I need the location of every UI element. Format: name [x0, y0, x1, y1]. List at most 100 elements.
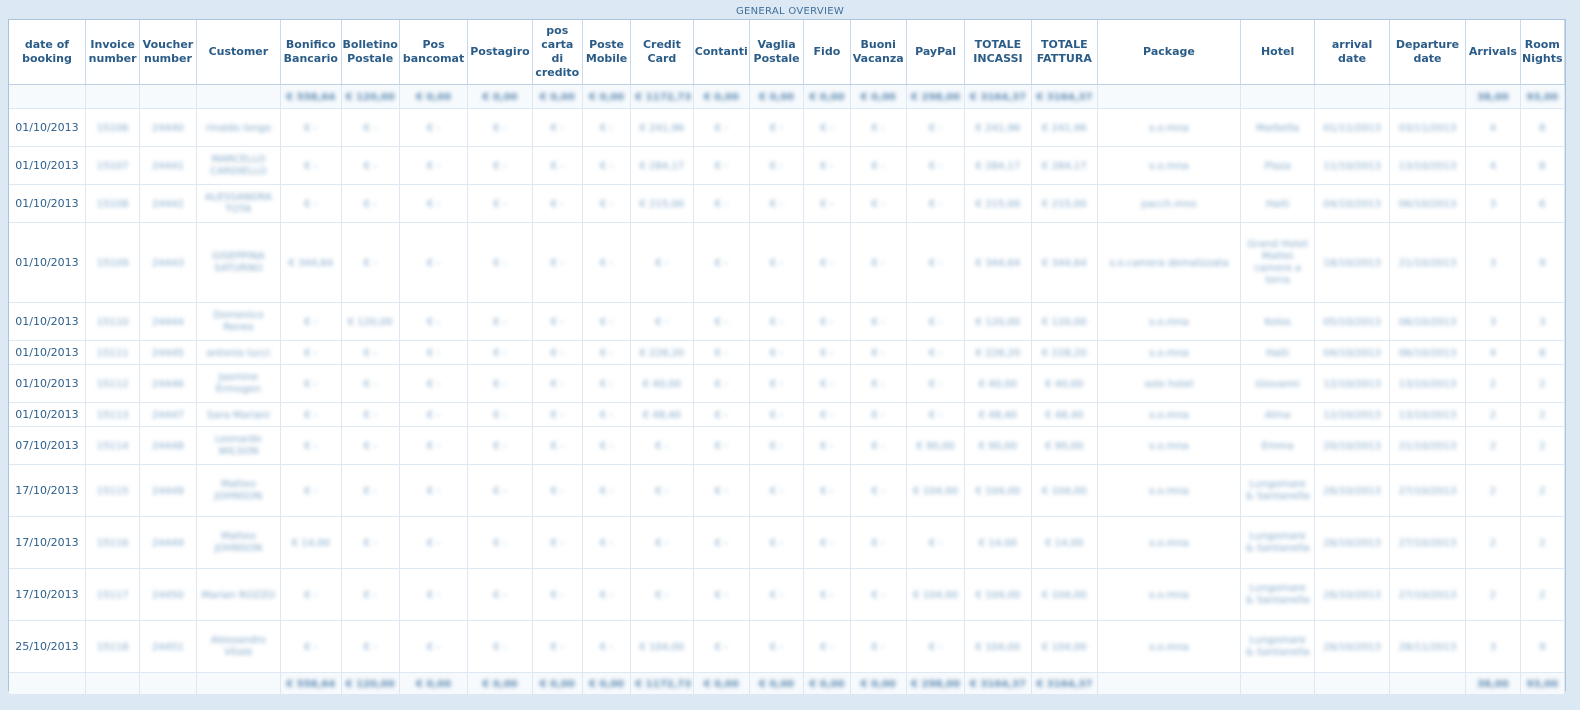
cell-credit: € 241,96	[630, 108, 694, 147]
table-row[interactable]: 01/10/2013 15113 24447 Sara Mariani € - € - € …	[9, 402, 1566, 427]
cell-value: € -	[493, 441, 507, 452]
column-header-departure[interactable]: Departure date	[1389, 20, 1467, 85]
cell-value: € -	[820, 199, 834, 210]
table-row[interactable]: 17/10/2013 15117 24450 Marian ROZZO € - € - € …	[9, 568, 1566, 621]
column-header-arrival[interactable]: arrival date	[1314, 20, 1390, 85]
cell-value: € 120,00	[347, 317, 393, 328]
table-row[interactable]: 01/10/2013 15112 24446 Jasmine Ermogen € - € …	[9, 364, 1566, 403]
cell-poscarta: € 0,00	[532, 84, 583, 109]
column-header-credit[interactable]: Credit Card	[630, 20, 694, 85]
column-header-contanti[interactable]: Contanti	[693, 20, 750, 85]
cell-value: € 558,64	[286, 679, 336, 690]
cell-buoni: € -	[850, 146, 907, 185]
cell-hotel: Plaza	[1240, 146, 1316, 185]
table-row[interactable]: 01/10/2013 15106 24440 rinaldo longo € - € - €…	[9, 108, 1566, 147]
cell-hotel: Haiti	[1240, 340, 1316, 365]
cell-incassi: € 3164,37	[964, 672, 1032, 695]
cell-incassi: € 90,00	[964, 426, 1032, 465]
column-header-package[interactable]: Package	[1097, 20, 1241, 85]
cell-fattura: € 3164,37	[1031, 84, 1099, 109]
cell-voucher: 24446	[139, 364, 197, 403]
column-header-customer[interactable]: Customer	[196, 20, 282, 85]
column-header-fido[interactable]: Fido	[803, 20, 851, 85]
panel-title: GENERAL OVERVIEW	[735, 6, 845, 17]
cell-customer: Alessandro Vitale	[196, 620, 282, 673]
cell-customer: Domenico Renes	[196, 302, 282, 341]
cell-value: € 0,00	[589, 92, 625, 103]
cell-pos: € -	[399, 184, 469, 223]
cell-voucher: 24448	[139, 426, 197, 465]
cell-value: € -	[304, 590, 318, 601]
cell-bonifico: € -	[280, 620, 342, 673]
column-header-buoni[interactable]: Buoni Vacanza	[850, 20, 907, 85]
cell-value: € -	[871, 486, 885, 497]
cell-package: s.o.mna	[1097, 340, 1241, 365]
column-header-incassi[interactable]: TOTALE INCASSI	[964, 20, 1032, 85]
column-header-bonifico[interactable]: Bonifico Bancario	[280, 20, 342, 85]
cell-invoice: 15106	[85, 108, 141, 147]
cell-value: 04/10/2013	[1323, 348, 1381, 359]
column-header-paypal[interactable]: PayPal	[906, 20, 966, 85]
cell-value: € -	[493, 379, 507, 390]
column-header-date[interactable]: date of booking	[9, 20, 86, 85]
cell-value: € 40,00	[1045, 379, 1084, 390]
cell-value: € 0,00	[482, 92, 518, 103]
cell-postagiro: € -	[467, 426, 533, 465]
cell-voucher: 24442	[139, 184, 197, 223]
cell-value: € 104,00	[1042, 642, 1087, 653]
column-header-vaglia[interactable]: Vaglia Postale	[749, 20, 805, 85]
cell-buoni: € -	[850, 184, 907, 223]
cell-value: 21/10/2013	[1398, 441, 1457, 452]
cell-vaglia: € -	[749, 108, 805, 147]
table-row[interactable]: 01/10/2013 15109 24443 GISEPPINA SATURNO € 3…	[9, 222, 1566, 303]
cell-arrival: 26/10/2013	[1314, 568, 1390, 621]
cell-bonifico: € -	[280, 302, 342, 341]
cell-nights: 2	[1520, 464, 1566, 517]
cell-value: € -	[714, 486, 728, 497]
table-row[interactable]: 01/10/2013 15111 24445 antonio lucci € - € - €…	[9, 340, 1566, 365]
cell-value: 15115	[96, 486, 129, 497]
header-row: date of booking Invoice number Voucher num…	[9, 20, 1566, 85]
table-row[interactable]: 17/10/2013 15116 24449 Matteo JOHNSON € 14,0…	[9, 516, 1566, 569]
table-row[interactable]: 17/10/2013 15115 24449 Matteo JOHNSON € - € -…	[9, 464, 1566, 517]
cell-value: 6	[1539, 199, 1546, 210]
column-header-bollettino[interactable]: Bolletino Postale	[341, 20, 400, 85]
cell-value: € -	[714, 538, 728, 549]
cell-arrivals: 2	[1465, 402, 1521, 427]
cell-value: € -	[550, 441, 564, 452]
column-header-postagiro[interactable]: Postagiro	[467, 20, 533, 85]
column-header-nights[interactable]: Room Nights	[1520, 20, 1566, 85]
cell-value: Lungomare & Santanella	[1245, 634, 1310, 658]
cell-invoice: 15116	[85, 516, 141, 569]
column-header-poscarta[interactable]: pos carta di credito	[532, 20, 583, 85]
table-row[interactable]: 25/10/2013 15118 24451 Alessandro Vitale € -…	[9, 620, 1566, 673]
cell-value: 24441	[152, 161, 184, 172]
cell-value: 93,00	[1526, 92, 1559, 103]
cell-voucher: 24445	[139, 340, 197, 365]
table-row[interactable]: 01/10/2013 15107 24441 MARCELLO CARDIELLO € …	[9, 146, 1566, 185]
column-header-voucher[interactable]: Voucher number	[139, 20, 197, 85]
cell-value: 15111	[96, 348, 129, 359]
cell-fido: € -	[803, 464, 851, 517]
cell-value: 3	[1489, 317, 1497, 328]
column-header-pos[interactable]: Pos bancomat	[399, 20, 469, 85]
table-row[interactable]: 01/10/2013 15108 24442 ALESSANDRA TOTA € - € …	[9, 184, 1566, 223]
cell-poscarta: € -	[532, 364, 583, 403]
column-header-postemobile[interactable]: Poste Mobile	[582, 20, 632, 85]
cell-postemobile: € -	[582, 364, 632, 403]
column-header-fattura[interactable]: TOTALE FATTURA	[1031, 20, 1099, 85]
cell-value: € 215,00	[639, 199, 685, 210]
cell-value: € -	[820, 258, 834, 269]
cell-departure	[1389, 84, 1467, 109]
column-header-invoice[interactable]: Invoice number	[85, 20, 141, 85]
cell-postagiro: € -	[467, 302, 533, 341]
cell-value: 15116	[96, 538, 129, 549]
column-header-arrivals[interactable]: Arrivals	[1465, 20, 1521, 85]
cell-paypal: € 298,00	[906, 84, 966, 109]
table-row[interactable]: 01/10/2013 15110 24444 Domenico Renes € - € 1…	[9, 302, 1566, 341]
cell-invoice	[85, 672, 141, 695]
cell-credit: € -	[630, 568, 694, 621]
cell-fido: € -	[803, 402, 851, 427]
column-header-hotel[interactable]: Hotel	[1240, 20, 1316, 85]
table-row[interactable]: 07/10/2013 15114 24448 Leonardo WILSON € - € …	[9, 426, 1566, 465]
